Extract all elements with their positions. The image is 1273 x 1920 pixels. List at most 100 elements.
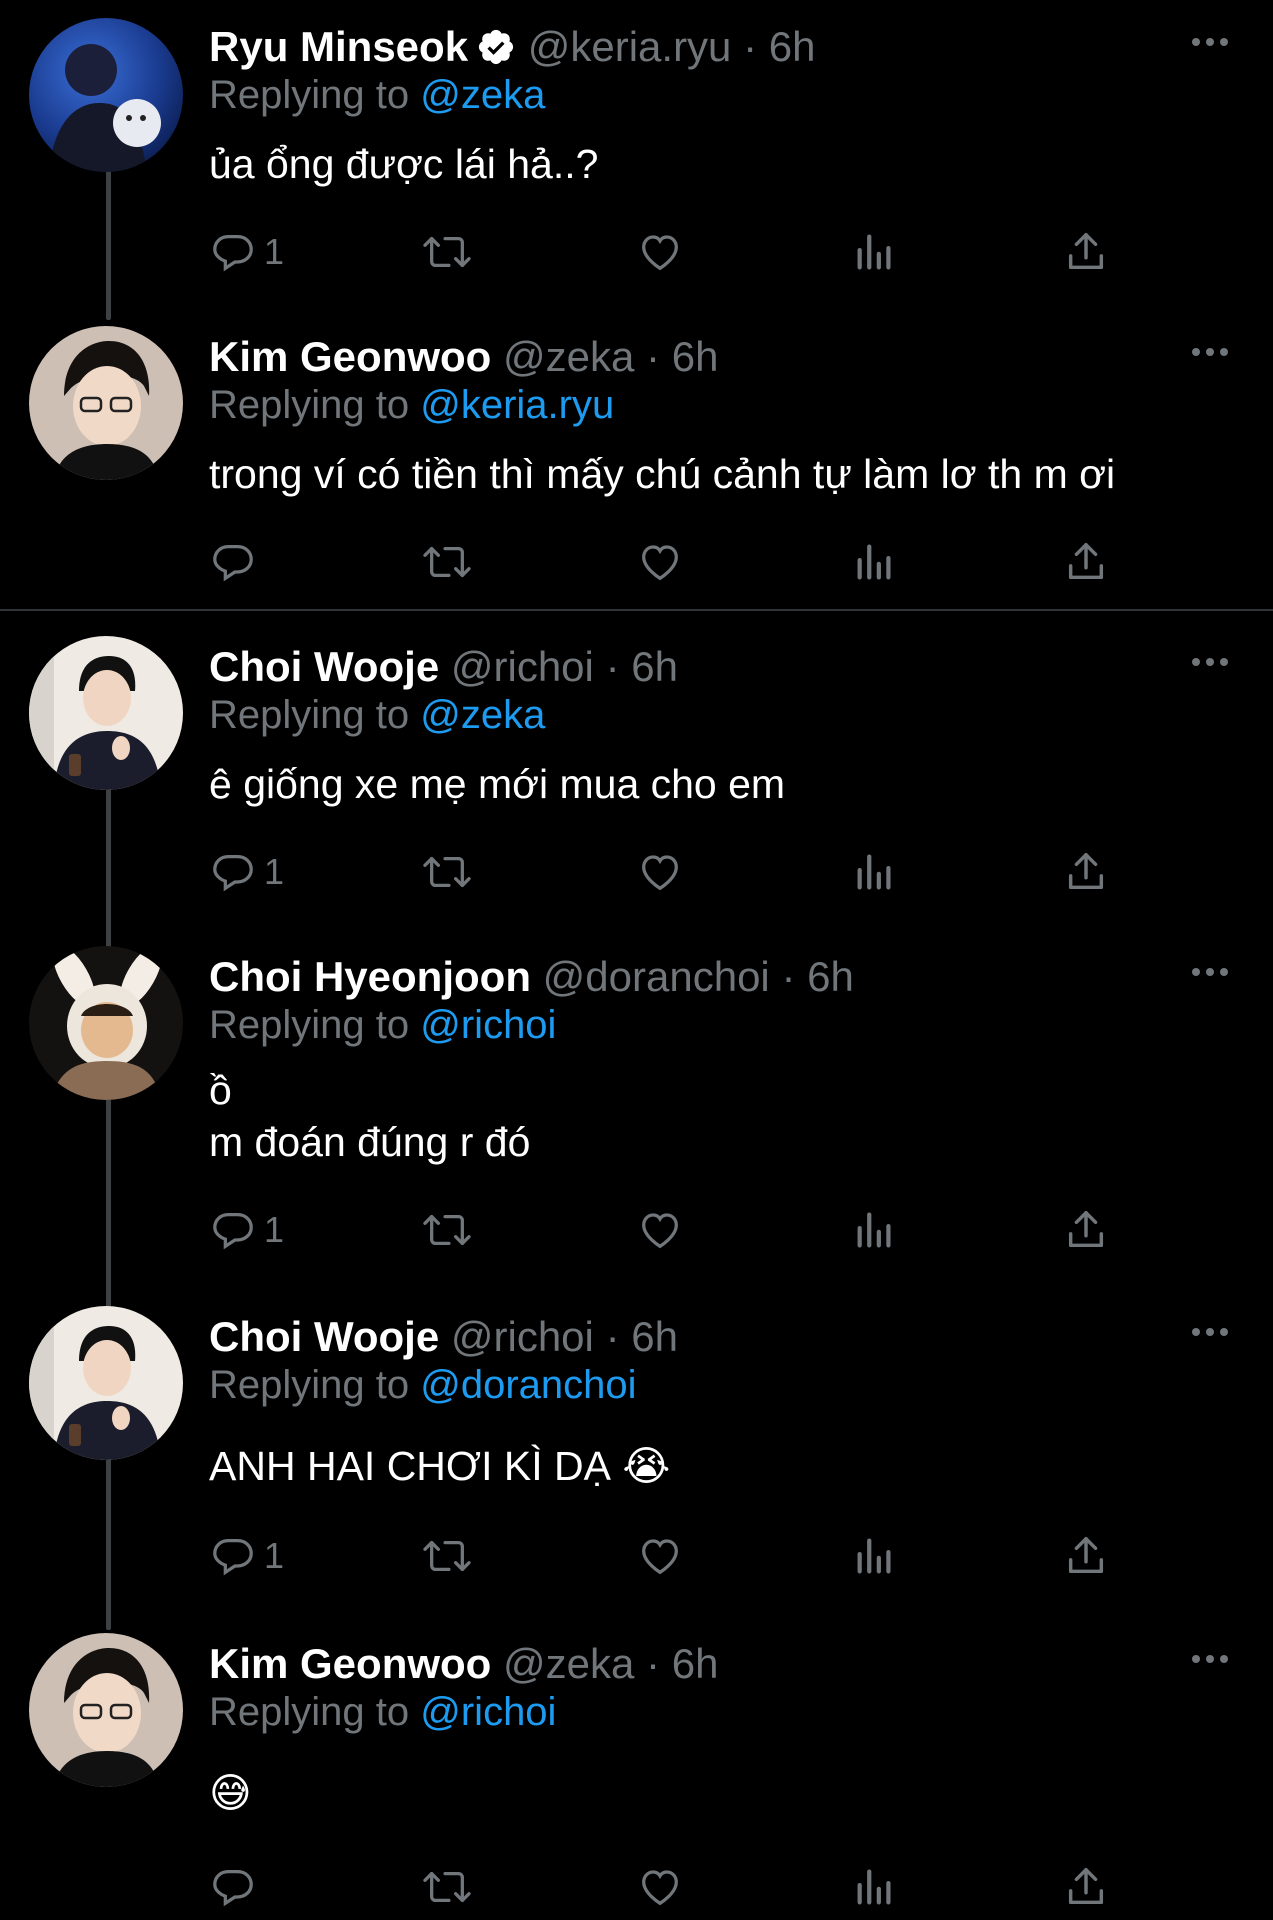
retweet-icon [423, 1871, 471, 1903]
views-icon [857, 854, 891, 890]
action-bar: 1 [0, 1526, 1273, 1586]
handle[interactable]: @zeka [503, 1640, 634, 1687]
views-button[interactable] [852, 538, 898, 586]
timestamp[interactable]: 6h [769, 23, 816, 70]
share-icon [1068, 1868, 1104, 1905]
retweet-button[interactable] [420, 228, 474, 276]
action-bar: 1 [0, 1200, 1273, 1260]
avatar[interactable] [29, 326, 183, 480]
mention-link[interactable]: @keria.ryu [420, 383, 614, 427]
handle[interactable]: @richoi [451, 1313, 594, 1360]
views-icon [857, 544, 891, 580]
avatar[interactable] [29, 1633, 183, 1787]
more-icon[interactable] [1190, 1653, 1230, 1665]
like-button[interactable] [637, 538, 683, 586]
handle[interactable]: @zeka [503, 333, 634, 380]
retweet-button[interactable] [420, 538, 474, 586]
separator-dot: · [605, 1313, 620, 1360]
action-bar: 1 [0, 842, 1273, 902]
tweet[interactable]: Kim Geonwoo @zeka · 6h Replying to @keri… [0, 310, 1273, 610]
mention-link[interactable]: @zeka [420, 693, 545, 737]
reply-button[interactable] [210, 538, 264, 586]
display-name[interactable]: Choi Wooje [209, 1313, 439, 1360]
more-icon[interactable] [1190, 966, 1230, 978]
views-button[interactable] [852, 1206, 898, 1254]
display-name[interactable]: Kim Geonwoo [209, 1640, 491, 1687]
share-button[interactable] [1063, 228, 1109, 276]
share-button[interactable] [1063, 1532, 1109, 1580]
more-icon[interactable] [1190, 36, 1230, 48]
display-name[interactable]: Choi Wooje [209, 643, 439, 690]
views-button[interactable] [852, 1532, 898, 1580]
share-button[interactable] [1063, 848, 1109, 896]
separator-dot: · [743, 23, 758, 70]
reply-button[interactable]: 1 [210, 228, 284, 276]
handle[interactable]: @doranchoi [543, 953, 770, 1000]
like-button[interactable] [637, 228, 683, 276]
reply-button[interactable]: 1 [210, 1206, 284, 1254]
avatar[interactable] [29, 1306, 183, 1460]
tweet[interactable]: Choi Hyeonjoon @doranchoi · 6h Replying … [0, 930, 1273, 1285]
more-icon[interactable] [1190, 1326, 1230, 1338]
retweet-icon [423, 236, 471, 268]
display-name[interactable]: Choi Hyeonjoon [209, 953, 531, 1000]
tweet-header: Choi Wooje @richoi · 6h [209, 642, 678, 692]
mention-link[interactable]: @doranchoi [420, 1363, 636, 1407]
timestamp[interactable]: 6h [807, 953, 854, 1000]
like-button[interactable] [637, 848, 683, 896]
replying-to-label: Replying to [209, 383, 410, 427]
share-button[interactable] [1063, 1206, 1109, 1254]
handle[interactable]: @keria.ryu [528, 23, 732, 70]
mention-link[interactable]: @richoi [420, 1003, 556, 1047]
views-button[interactable] [852, 228, 898, 276]
timestamp[interactable]: 6h [672, 333, 719, 380]
timestamp[interactable]: 6h [672, 1640, 719, 1687]
tweet-text: ê giống xe mẹ mới mua cho em [209, 761, 786, 807]
display-name[interactable]: Kim Geonwoo [209, 333, 491, 380]
retweet-icon [423, 1214, 471, 1246]
mention-link[interactable]: @zeka [420, 73, 545, 117]
like-button[interactable] [637, 1863, 683, 1911]
heart-icon [642, 1213, 678, 1249]
views-icon [857, 1212, 891, 1248]
views-button[interactable] [852, 1863, 898, 1911]
avatar[interactable] [29, 636, 183, 790]
tweet-text: 😅 [209, 1769, 252, 1817]
replying-to: Replying to @keria.ryu [209, 380, 614, 430]
reply-icon [213, 1870, 253, 1907]
avatar[interactable] [29, 946, 183, 1100]
reply-button[interactable]: 1 [210, 1532, 284, 1580]
retweet-button[interactable] [420, 1532, 474, 1580]
reply-icon [213, 855, 253, 892]
share-button[interactable] [1063, 1863, 1109, 1911]
more-icon[interactable] [1190, 346, 1230, 358]
tweet[interactable]: Choi Wooje @richoi · 6h Replying to @dor… [0, 1290, 1273, 1620]
retweet-button[interactable] [420, 848, 474, 896]
reply-button[interactable] [210, 1863, 264, 1911]
share-button[interactable] [1063, 538, 1109, 586]
timestamp[interactable]: 6h [631, 643, 678, 690]
views-button[interactable] [852, 848, 898, 896]
like-button[interactable] [637, 1532, 683, 1580]
tweet[interactable]: Choi Wooje @richoi · 6h Replying to @zek… [0, 620, 1273, 920]
avatar[interactable] [29, 18, 183, 172]
share-icon [1068, 543, 1104, 580]
heart-icon [642, 235, 678, 271]
retweet-button[interactable] [420, 1206, 474, 1254]
more-icon[interactable] [1190, 656, 1230, 668]
display-name[interactable]: Ryu Minseok [209, 23, 468, 70]
heart-icon [642, 855, 678, 891]
mention-link[interactable]: @richoi [420, 1690, 556, 1734]
tweet[interactable]: Kim Geonwoo @zeka · 6h Replying to @rich… [0, 1617, 1273, 1920]
timestamp[interactable]: 6h [631, 1313, 678, 1360]
handle[interactable]: @richoi [451, 643, 594, 690]
replying-to-label: Replying to [209, 73, 410, 117]
retweet-button[interactable] [420, 1863, 474, 1911]
replying-to: Replying to @zeka [209, 70, 545, 120]
like-button[interactable] [637, 1206, 683, 1254]
tweet[interactable]: Ryu Minseok @keria.ryu · 6h Replying to … [0, 0, 1273, 300]
action-bar [0, 1857, 1273, 1917]
reply-button[interactable]: 1 [210, 848, 284, 896]
heart-icon [642, 1539, 678, 1575]
reply-count: 1 [264, 851, 285, 892]
